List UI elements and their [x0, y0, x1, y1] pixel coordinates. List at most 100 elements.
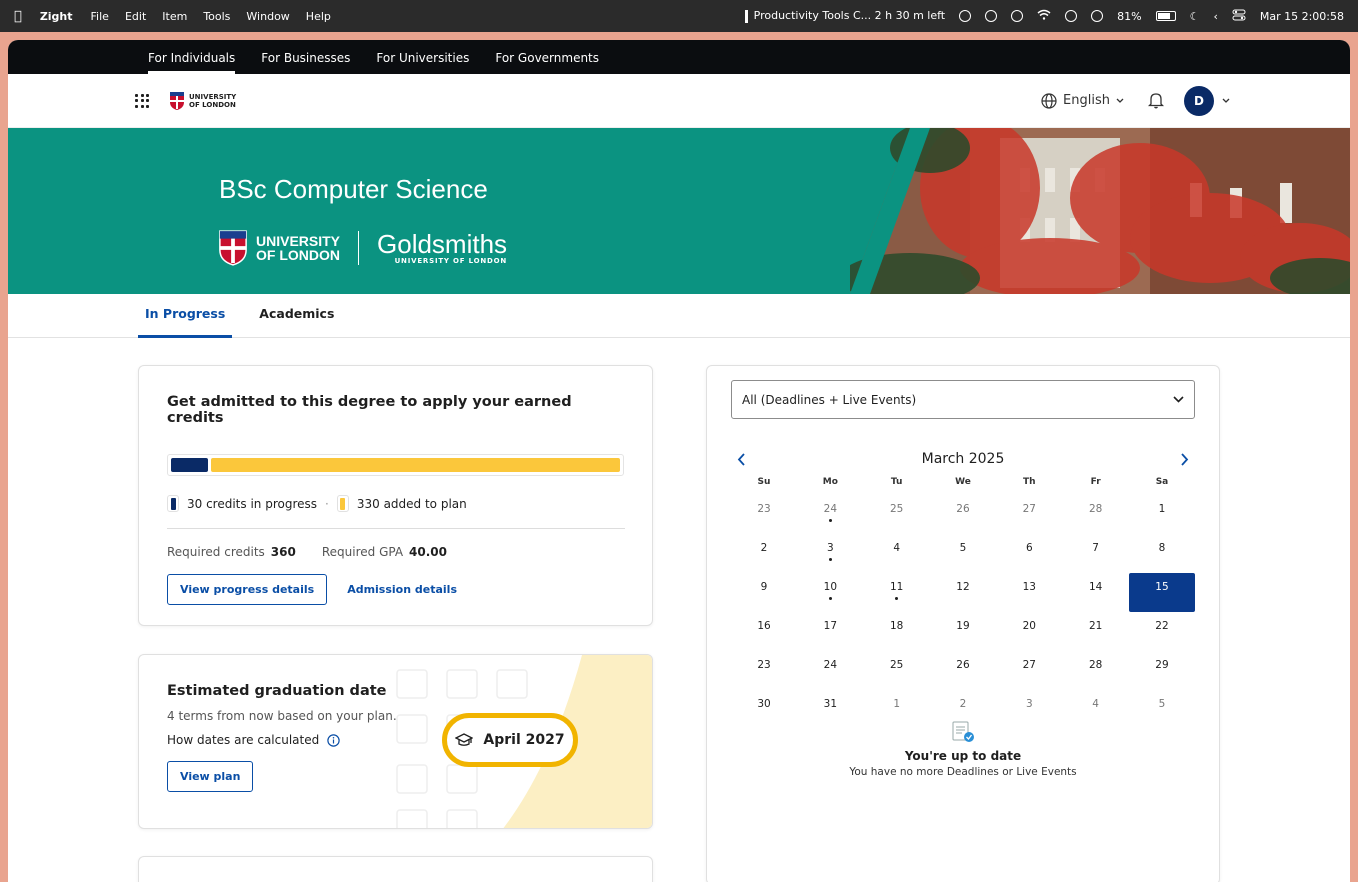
- calendar-day-selected[interactable]: 15: [1128, 573, 1195, 612]
- now-playing[interactable]: Productivity Tools C... 2 h 30 m left: [744, 9, 945, 23]
- wifi-icon[interactable]: [1037, 9, 1051, 23]
- calendar-day-number: 27: [1022, 659, 1036, 671]
- calendar-day[interactable]: 27: [996, 495, 1062, 534]
- legend-in-progress: 30 credits in progress: [187, 496, 318, 511]
- menu-help[interactable]: Help: [306, 10, 331, 23]
- calendar-day[interactable]: 28: [1063, 495, 1129, 534]
- focus-icon[interactable]: [985, 10, 998, 22]
- menu-file[interactable]: File: [91, 10, 109, 23]
- calendar-day[interactable]: 3: [797, 534, 863, 573]
- battery-percent[interactable]: 81%: [1117, 10, 1141, 23]
- required-gpa-value: 40.00: [409, 545, 448, 559]
- calendar-day[interactable]: 22: [1129, 612, 1195, 651]
- calendar-day-number: 3: [826, 542, 834, 554]
- calendar-day[interactable]: 19: [930, 612, 996, 651]
- calendar-day[interactable]: 11: [864, 573, 930, 612]
- avatar[interactable]: D: [1184, 85, 1214, 116]
- calendar-day[interactable]: 14: [1063, 573, 1129, 612]
- view-progress-details-button[interactable]: View progress details: [167, 574, 328, 605]
- calendar-day[interactable]: 26: [930, 651, 996, 690]
- calendar-day[interactable]: 13: [996, 573, 1062, 612]
- control-center-icon[interactable]: [1232, 9, 1246, 24]
- calendar-day[interactable]: 24: [797, 651, 863, 690]
- calendar-day-number: 2: [959, 698, 967, 710]
- battery-icon[interactable]: [1155, 11, 1176, 21]
- calendar-day[interactable]: 17: [797, 612, 863, 651]
- menu-item[interactable]: Item: [162, 10, 187, 23]
- clock[interactable]: Mar 15 2:00:58: [1260, 10, 1344, 23]
- graduation-date: April 2027: [483, 732, 565, 748]
- audience-universities[interactable]: For Universities: [363, 51, 482, 74]
- app-name[interactable]: Zight: [40, 10, 73, 23]
- calendar-day-number: 2: [760, 542, 768, 554]
- calendar-day-number: 26: [956, 659, 970, 671]
- calendar-day[interactable]: 9: [731, 573, 797, 612]
- messages-icon[interactable]: [1011, 10, 1024, 22]
- calendar-day[interactable]: 20: [996, 612, 1062, 651]
- menubar-tray: Productivity Tools C... 2 h 30 m left 81…: [744, 9, 1344, 24]
- university-of-london-logo[interactable]: UNIVERSITY OF LONDON: [169, 91, 236, 111]
- calendar-day[interactable]: 28: [1063, 651, 1129, 690]
- menu-window[interactable]: Window: [246, 10, 289, 23]
- calendar-day[interactable]: 6: [996, 534, 1062, 573]
- bell-icon[interactable]: [1148, 92, 1164, 109]
- calendar-day[interactable]: 10: [797, 573, 863, 612]
- calendar-day[interactable]: 1: [1129, 495, 1195, 534]
- calendar-day-number: 24: [823, 503, 838, 515]
- chevron-right-icon[interactable]: [1180, 452, 1189, 466]
- calendar-day-number: 15: [1155, 581, 1169, 593]
- calendar-day[interactable]: 21: [1063, 612, 1129, 651]
- chevron-left-icon[interactable]: [737, 452, 746, 466]
- logo-divider: [358, 231, 360, 265]
- calendar-day[interactable]: 12: [930, 573, 996, 612]
- calendar-day-number: 3: [1025, 698, 1033, 710]
- uol-hero-line-1: UNIVERSITY: [256, 233, 341, 249]
- logo-line-2: OF LONDON: [189, 100, 236, 109]
- event-filter-select[interactable]: All (Deadlines + Live Events): [731, 380, 1195, 419]
- calendar-day-number: 27: [1022, 503, 1036, 515]
- app-grid-icon[interactable]: [135, 93, 149, 108]
- calendar-day[interactable]: 4: [864, 534, 930, 573]
- event-dot-icon: [828, 558, 832, 561]
- calendar-day[interactable]: 18: [864, 612, 930, 651]
- calendar-day[interactable]: 5: [930, 534, 996, 573]
- account-chevron-down-icon[interactable]: [1222, 98, 1230, 103]
- calendar-day[interactable]: 7: [1063, 534, 1129, 573]
- calendar-day[interactable]: 2: [731, 534, 797, 573]
- airdrop-icon[interactable]: [959, 10, 972, 22]
- calendar-day[interactable]: 25: [864, 651, 930, 690]
- calendar-day[interactable]: 23: [731, 495, 797, 534]
- calendar-day[interactable]: 26: [930, 495, 996, 534]
- calendar-day[interactable]: 8: [1129, 534, 1195, 573]
- play-icon[interactable]: [1091, 10, 1104, 22]
- tab-in-progress[interactable]: In Progress: [138, 294, 233, 338]
- calendar-day[interactable]: 16: [731, 612, 797, 651]
- required-gpa: Required GPA 40.00: [322, 545, 447, 559]
- calendar-day-number: 1: [893, 698, 900, 710]
- audience-businesses[interactable]: For Businesses: [248, 51, 363, 74]
- tab-academics[interactable]: Academics: [252, 294, 341, 337]
- menu-edit[interactable]: Edit: [125, 10, 146, 23]
- calendar-day[interactable]: 23: [731, 651, 797, 690]
- apple-icon[interactable]: : [14, 9, 22, 24]
- arrow-left-icon[interactable]: ‹: [1213, 10, 1217, 23]
- calendar-day-number: 7: [1092, 542, 1099, 554]
- view-plan-button[interactable]: View plan: [167, 761, 254, 792]
- info-icon[interactable]: [327, 733, 340, 747]
- weekday-tu: Tu: [890, 477, 903, 487]
- night-icon[interactable]: ☾: [1190, 10, 1200, 23]
- language-selector[interactable]: English: [1041, 92, 1124, 109]
- calendar-day[interactable]: 24: [797, 495, 863, 534]
- required-gpa-label: Required GPA: [321, 545, 404, 559]
- vpn-icon[interactable]: [1065, 10, 1078, 22]
- menu-tools[interactable]: Tools: [203, 10, 230, 23]
- calendar-day[interactable]: 25: [864, 495, 930, 534]
- goldsmiths-sub: UNIVERSITY OF LONDON: [394, 257, 508, 265]
- calendar-day[interactable]: 29: [1129, 651, 1195, 690]
- audience-individuals[interactable]: For Individuals: [135, 51, 248, 74]
- audience-governments[interactable]: For Governments: [482, 51, 612, 74]
- up-to-date-message: You're up to date You have no more Deadl…: [707, 721, 1219, 778]
- admission-details-link[interactable]: Admission details: [347, 583, 457, 596]
- audience-nav: For Individuals For Businesses For Unive…: [8, 40, 1350, 74]
- calendar-day[interactable]: 27: [996, 651, 1062, 690]
